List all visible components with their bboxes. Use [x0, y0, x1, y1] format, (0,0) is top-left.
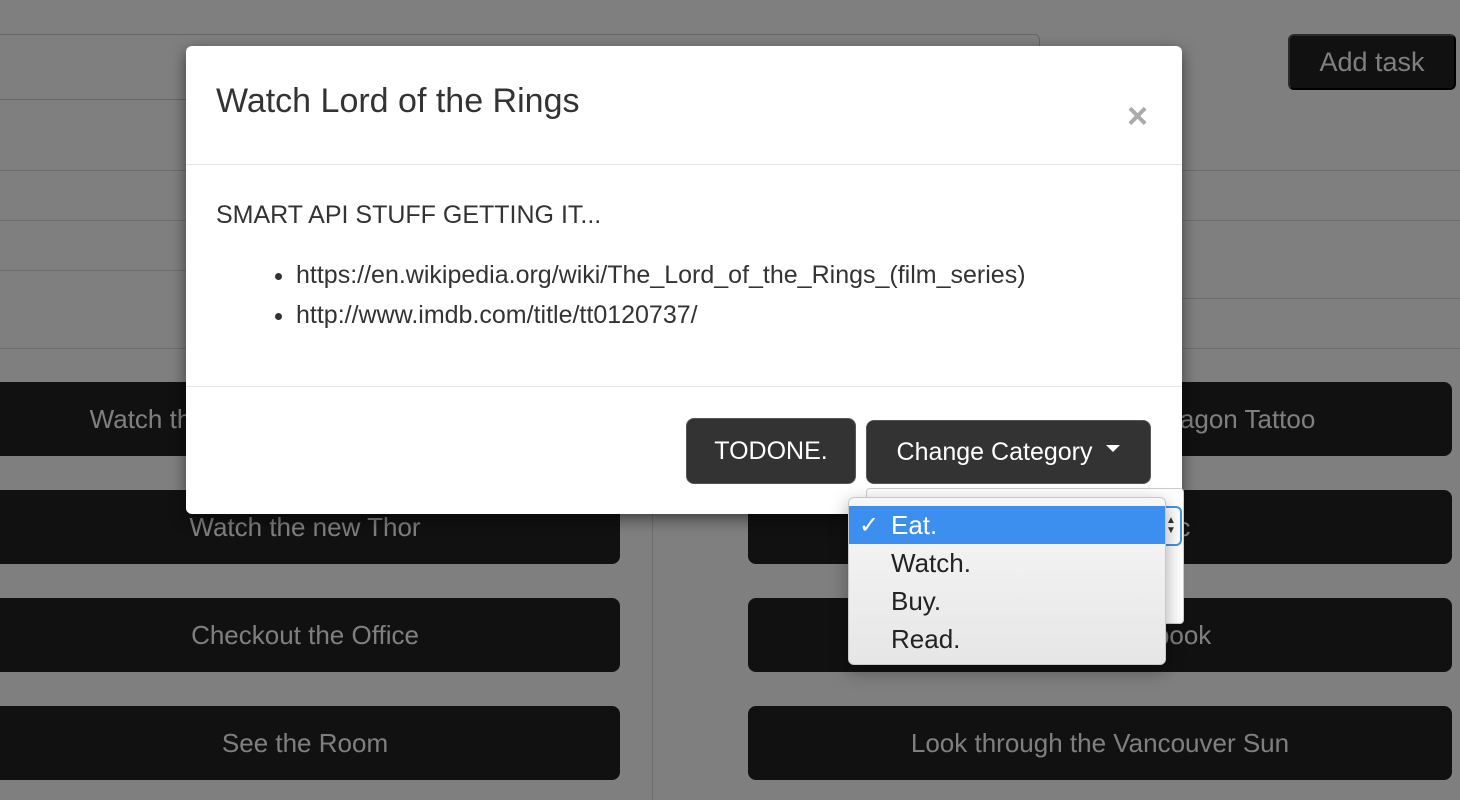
task-modal: Watch Lord of the Rings × SMART API STUF… [186, 46, 1182, 514]
close-icon[interactable]: × [1127, 98, 1148, 134]
option-label: Eat. [891, 509, 938, 540]
modal-title: Watch Lord of the Rings [216, 82, 580, 120]
modal-body: SMART API STUFF GETTING IT... https://en… [186, 165, 1182, 387]
option-buy[interactable]: Buy. [849, 582, 1165, 620]
link-item[interactable]: https://en.wikipedia.org/wiki/The_Lord_o… [296, 261, 1026, 301]
link-list: https://en.wikipedia.org/wiki/The_Lord_o… [296, 261, 1026, 341]
caret-down-icon [1106, 444, 1121, 452]
link-text[interactable]: http://www.imdb.com/title/tt0120737/ [296, 301, 698, 329]
option-eat[interactable]: ✓ Eat. [849, 506, 1165, 544]
change-category-button[interactable]: Change Category [866, 420, 1151, 484]
todone-button[interactable]: TODONE. [686, 418, 856, 484]
option-read[interactable]: Read. [849, 620, 1165, 658]
option-label: Buy. [891, 585, 942, 616]
category-dropdown: ✓ Eat. Watch. Buy. Read. [848, 497, 1166, 665]
checkmark-icon: ✓ [859, 511, 880, 539]
option-label: Read. [891, 623, 961, 654]
option-label: Watch. [891, 547, 971, 578]
modal-header: Watch Lord of the Rings × [186, 46, 1182, 165]
option-watch[interactable]: Watch. [849, 544, 1165, 582]
link-text[interactable]: https://en.wikipedia.org/wiki/The_Lord_o… [296, 261, 1026, 289]
link-item[interactable]: http://www.imdb.com/title/tt0120737/ [296, 301, 1026, 341]
change-category-label: Change Category [896, 437, 1093, 466]
body-text: SMART API STUFF GETTING IT... [216, 201, 602, 229]
